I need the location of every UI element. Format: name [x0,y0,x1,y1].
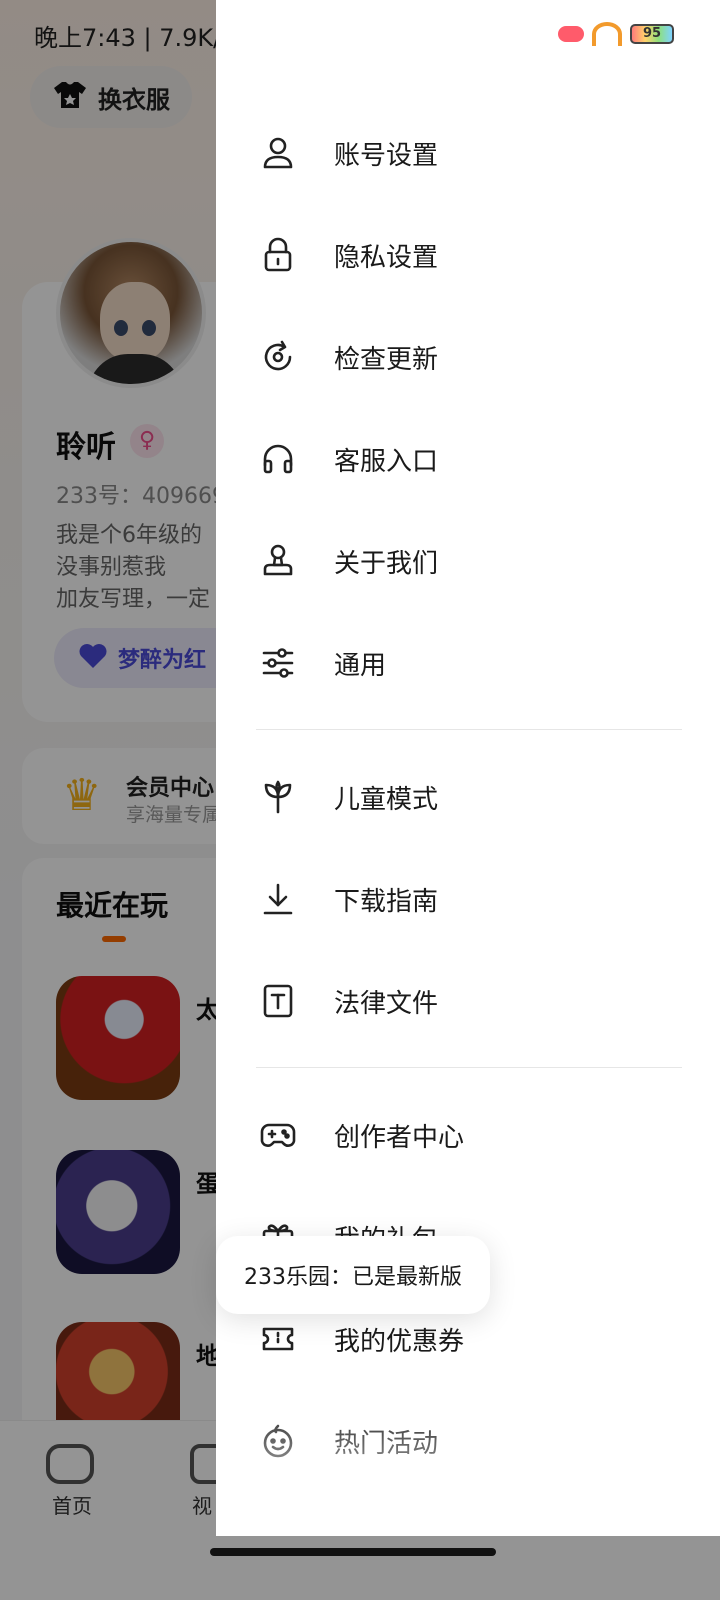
divider [256,1067,682,1068]
menu-label: 热门活动 [334,1428,439,1459]
stamp-icon [260,543,296,579]
headset-icon [260,441,296,477]
menu-label: 我的优惠券 [334,1326,465,1357]
menu-label: 隐私设置 [334,242,439,273]
menu-item-download-guide[interactable]: 下载指南 [216,854,720,944]
gamepad-icon [260,1117,296,1153]
battery-icon: 95 [630,24,674,44]
menu-label: 通用 [334,650,387,681]
wifi-icon [592,22,622,46]
menu-item-account-settings[interactable]: 账号设置 [216,108,720,198]
menu-item-legal-documents[interactable]: 法律文件 [216,956,720,1046]
sliders-icon [260,645,296,681]
menu-label: 检查更新 [334,344,439,375]
menu-label: 创作者中心 [334,1122,465,1153]
menu-item-customer-service[interactable]: 客服入口 [216,414,720,504]
menu-item-general[interactable]: 通用 [216,618,720,708]
menu-item-privacy-settings[interactable]: 隐私设置 [216,210,720,300]
person-icon [260,135,296,171]
coupon-icon [260,1321,296,1357]
menu-label: 关于我们 [334,548,439,579]
status-icons: 95 [558,22,674,46]
menu-label: 账号设置 [334,140,439,171]
menu-label: 法律文件 [334,988,439,1019]
menu-item-hot-events[interactable]: 热门活动 [216,1396,720,1486]
divider [256,729,682,730]
menu-item-kids-mode[interactable]: 儿童模式 [216,752,720,842]
document-t-icon [260,983,296,1019]
download-icon [260,881,296,917]
menu-item-check-update[interactable]: 检查更新 [216,312,720,402]
menu-label: 下载指南 [334,886,439,917]
sprout-icon [260,779,296,815]
home-indicator[interactable] [210,1548,496,1556]
toast: 233乐园：已是最新版 [216,1236,490,1314]
refresh-icon [260,339,296,375]
menu-item-about-us[interactable]: 关于我们 [216,516,720,606]
menu-item-creator-center[interactable]: 创作者中心 [216,1090,720,1180]
lock-icon [260,237,296,273]
toast-message: 233乐园：已是最新版 [244,1265,462,1290]
bluetooth-icon [558,26,584,42]
menu-label: 儿童模式 [334,784,439,815]
smiley-icon [260,1423,296,1459]
menu-label: 客服入口 [334,446,439,477]
